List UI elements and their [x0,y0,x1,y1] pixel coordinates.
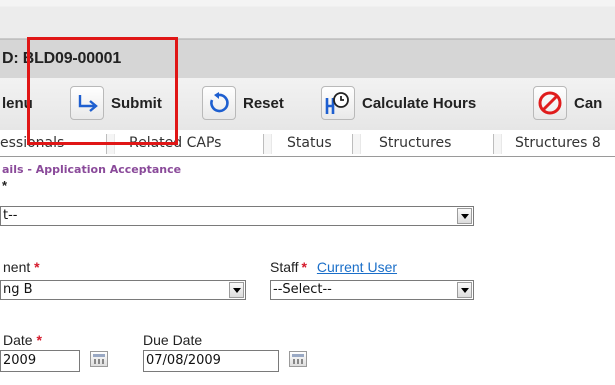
staff-select[interactable]: --Select-- [270,280,474,300]
required-marker: * [34,259,40,275]
calculate-hours-button[interactable]: Calculate Hours [321,85,476,121]
staff-label-text: Staff [270,259,299,275]
chevron-down-icon[interactable] [457,208,472,224]
tab-structures-more[interactable]: Structures 8 [515,135,601,155]
calculate-hours-label: Calculate Hours [362,94,477,112]
reset-icon [202,86,236,120]
reset-button[interactable]: Reset [202,85,284,121]
required-marker: * [36,332,42,348]
current-user-link[interactable]: Current User [317,259,397,275]
date-label: Date * [3,332,42,348]
staff-select-value: --Select-- [273,282,332,297]
cancel-button[interactable]: Can [533,85,602,121]
first-select-value: t-- [3,208,18,223]
tab-status[interactable]: Status [287,135,332,155]
section-title: ails - Application Acceptance [2,163,182,176]
highlight-box [27,37,178,145]
due-date-label: Due Date [143,332,203,348]
tab-separator [263,134,272,154]
cancel-label: Can [574,94,603,112]
chevron-down-icon[interactable] [229,282,244,298]
staff-label: Staff * Current User [270,259,397,275]
required-marker: * [301,259,307,275]
due-date-input[interactable]: 07/08/2009 [143,350,279,372]
first-select[interactable]: t-- [0,206,474,226]
tab-separator [352,134,361,154]
calendar-icon[interactable] [289,351,307,367]
clock-icon [321,86,355,120]
department-label-text: nent [3,259,31,275]
department-select[interactable]: ng B [0,280,246,300]
date-input[interactable]: 2009 [0,350,80,372]
tab-structures[interactable]: Structures [379,135,451,155]
tab-separator [493,134,502,154]
department-select-value: ng B [3,282,33,297]
department-label: nent * [3,259,40,275]
window-top-strip [0,0,615,40]
cancel-icon [533,86,567,120]
required-marker: * [2,178,8,193]
reset-label: Reset [243,94,284,112]
date-label-text: Date [3,332,33,348]
chevron-down-icon[interactable] [457,282,472,298]
calendar-icon[interactable] [90,351,108,367]
